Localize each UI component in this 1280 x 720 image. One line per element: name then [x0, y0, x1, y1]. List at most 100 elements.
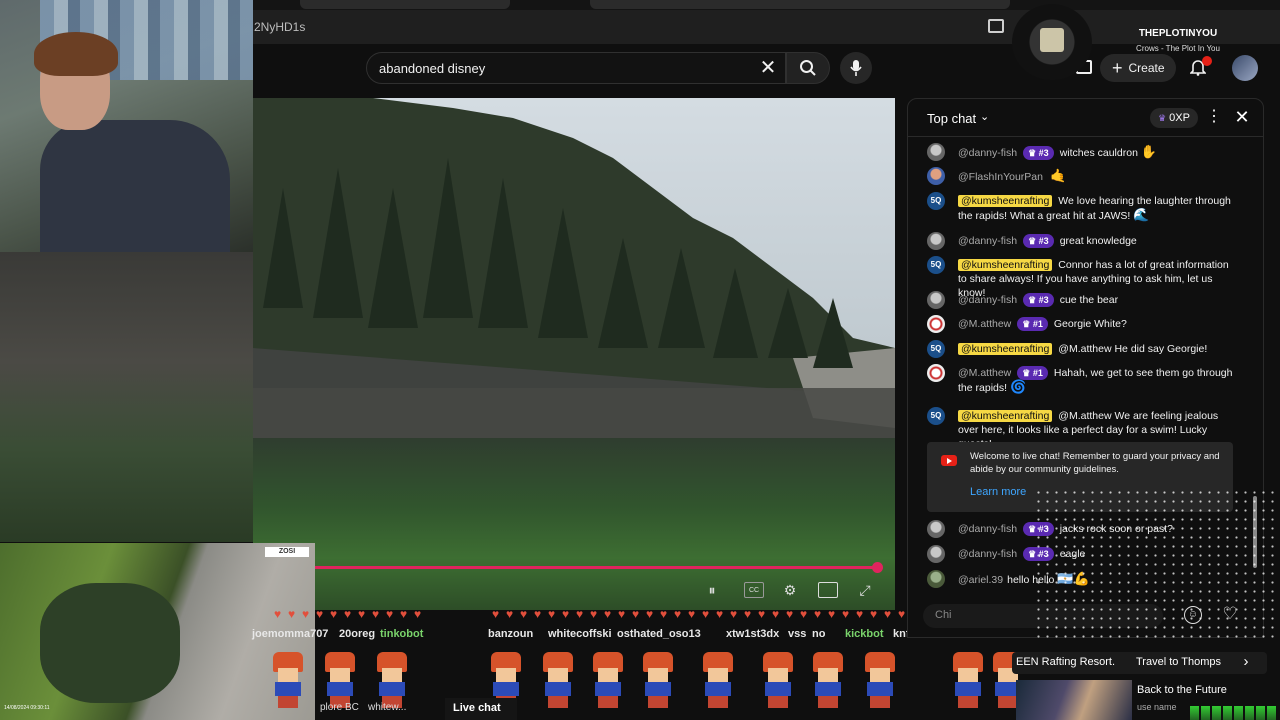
video-player[interactable] [253, 98, 895, 610]
chat-avatar[interactable] [927, 167, 945, 185]
voice-search-button[interactable] [840, 52, 872, 84]
search-input[interactable]: abandoned disney [366, 52, 786, 84]
sprite-legs [598, 696, 618, 708]
learn-more-link[interactable]: Learn more [970, 486, 1026, 498]
chat-avatar[interactable]: 5Q [927, 340, 945, 358]
chat-avatar[interactable] [927, 545, 945, 563]
settings-gear-icon[interactable]: ⚙ [781, 582, 799, 598]
sprite-shirt [955, 682, 981, 696]
heart-icon: ♥ [414, 607, 422, 621]
chat-avatar[interactable] [927, 520, 945, 538]
chat-avatar[interactable]: 5Q [927, 256, 945, 274]
heart-icon: ♥ [358, 607, 366, 621]
fullscreen-icon[interactable]: ⤢ [856, 582, 874, 598]
crown-icon: ♛ [1158, 112, 1167, 123]
xp-badge[interactable]: ♛ 0XP [1150, 108, 1198, 128]
close-chat-icon[interactable]: ✕ [1232, 107, 1252, 127]
heart-icon: ♥ [842, 607, 850, 621]
address-bar-text[interactable]: 2NyHD1s [254, 20, 305, 34]
heart-icon: ♥ [288, 607, 296, 621]
rank-badge: ♛ #3 [1023, 293, 1054, 307]
chat-avatar[interactable] [927, 364, 945, 382]
heart-icon: ♥ [730, 607, 738, 621]
sprite-shirt [705, 682, 731, 696]
chat-author[interactable]: @danny-fish [958, 548, 1017, 560]
heart-icon: ♥ [688, 607, 696, 621]
meter-bar [1223, 706, 1232, 720]
rank-badge: ♛ #1 [1017, 366, 1048, 380]
chat-author[interactable]: @kumsheenrafting [958, 195, 1053, 207]
pond-water [40, 583, 180, 703]
more-options-icon[interactable]: ⋮ [1206, 108, 1222, 128]
chevron-down-icon[interactable]: ⌄ [980, 110, 989, 123]
heart-icon: ♥ [330, 607, 338, 621]
chat-avatar[interactable] [927, 315, 945, 333]
video-card-thumbnail[interactable] [1016, 680, 1132, 720]
sprite-face [278, 668, 298, 682]
chat-author[interactable]: @danny-fish [958, 523, 1017, 535]
clear-search-icon[interactable]: ✕ [758, 58, 778, 78]
heart-icon: ♥ [344, 607, 352, 621]
chat-avatar[interactable] [927, 570, 945, 588]
chat-author[interactable]: @danny-fish [958, 235, 1017, 247]
heart-icon: ♥ [744, 607, 752, 621]
captions-icon[interactable]: CC [744, 582, 764, 598]
chat-author[interactable]: @danny-fish [958, 147, 1017, 159]
rank-badge: ♛ #3 [1023, 234, 1054, 248]
rank-badge: ♛ #3 [1023, 146, 1054, 160]
webcam-overlay [0, 0, 253, 252]
chat-author[interactable]: @FlashInYourPan [958, 171, 1043, 183]
video-progress-bar[interactable] [315, 566, 880, 569]
account-avatar[interactable] [1232, 55, 1258, 81]
viewer-username: vss [788, 628, 807, 640]
pixel-character-sprite [700, 652, 736, 710]
pixel-character-sprite [270, 652, 306, 710]
browser-tab[interactable] [590, 0, 1010, 9]
viewer-username: kickbot [845, 628, 884, 640]
heart-icon: ♥ [520, 607, 528, 621]
sprite-face [958, 668, 978, 682]
chat-author[interactable]: @kumsheenrafting [958, 259, 1053, 271]
chat-avatar[interactable] [927, 291, 945, 309]
heart-icon: ♥ [618, 607, 626, 621]
live-chat-tab[interactable]: Live chat [445, 698, 517, 720]
heart-icon: ♥ [562, 607, 570, 621]
heart-icon: ♥ [800, 607, 808, 621]
chat-author[interactable]: @danny-fish [958, 294, 1017, 306]
chat-message-body: @danny-fish ♛ #3 great knowledge [958, 234, 1238, 248]
now-playing-track: Crows - The Plot In You [1136, 44, 1220, 53]
heart-icon: ♥ [884, 607, 892, 621]
viewer-username: banzoun [488, 628, 534, 640]
chat-mode-dropdown[interactable]: Top chat [927, 111, 976, 126]
pause-icon[interactable]: ⏸ [703, 582, 721, 598]
theater-mode-icon[interactable] [818, 582, 838, 598]
video-card-title[interactable]: Back to the Future [1137, 684, 1227, 696]
search-button[interactable] [786, 52, 830, 84]
chat-avatar[interactable] [927, 232, 945, 250]
chat-author[interactable]: @kumsheenrafting [958, 343, 1053, 355]
create-button[interactable]: + Create [1100, 54, 1176, 82]
pixel-character-sprite [862, 652, 898, 710]
chevron-right-icon[interactable]: › [1236, 652, 1256, 674]
chat-author[interactable]: @ariel.39 [958, 574, 1003, 586]
chat-author[interactable]: @M.atthew [958, 367, 1011, 379]
browser-tab[interactable] [300, 0, 510, 9]
chat-avatar[interactable]: 5Q [927, 192, 945, 210]
camera-logo: ZOSI [265, 547, 309, 557]
pixel-character-sprite [640, 652, 676, 710]
sprite-shirt [493, 682, 519, 696]
pixel-character-sprite [540, 652, 576, 710]
ticker-item: EEN Rafting Resort. [1016, 656, 1116, 668]
heart-icon: ♥ [786, 607, 794, 621]
chat-avatar[interactable] [927, 143, 945, 161]
screen-share-icon[interactable] [988, 19, 1004, 33]
progress-scrubber[interactable] [872, 562, 883, 573]
sprite-shirt [595, 682, 621, 696]
sprite-legs [818, 696, 838, 708]
chat-avatar[interactable]: 5Q [927, 407, 945, 425]
hearts-row: ♥ ♥ ♥ ♥ ♥ ♥ ♥ ♥ ♥ ♥ ♥ [274, 608, 427, 622]
viewer-username: xtw1st3dx [726, 628, 780, 640]
chat-author[interactable]: @M.atthew [958, 318, 1011, 330]
chat-author[interactable]: @kumsheenrafting [958, 410, 1053, 422]
chat-message-body: @FlashInYourPan 🤙 [958, 169, 1238, 184]
